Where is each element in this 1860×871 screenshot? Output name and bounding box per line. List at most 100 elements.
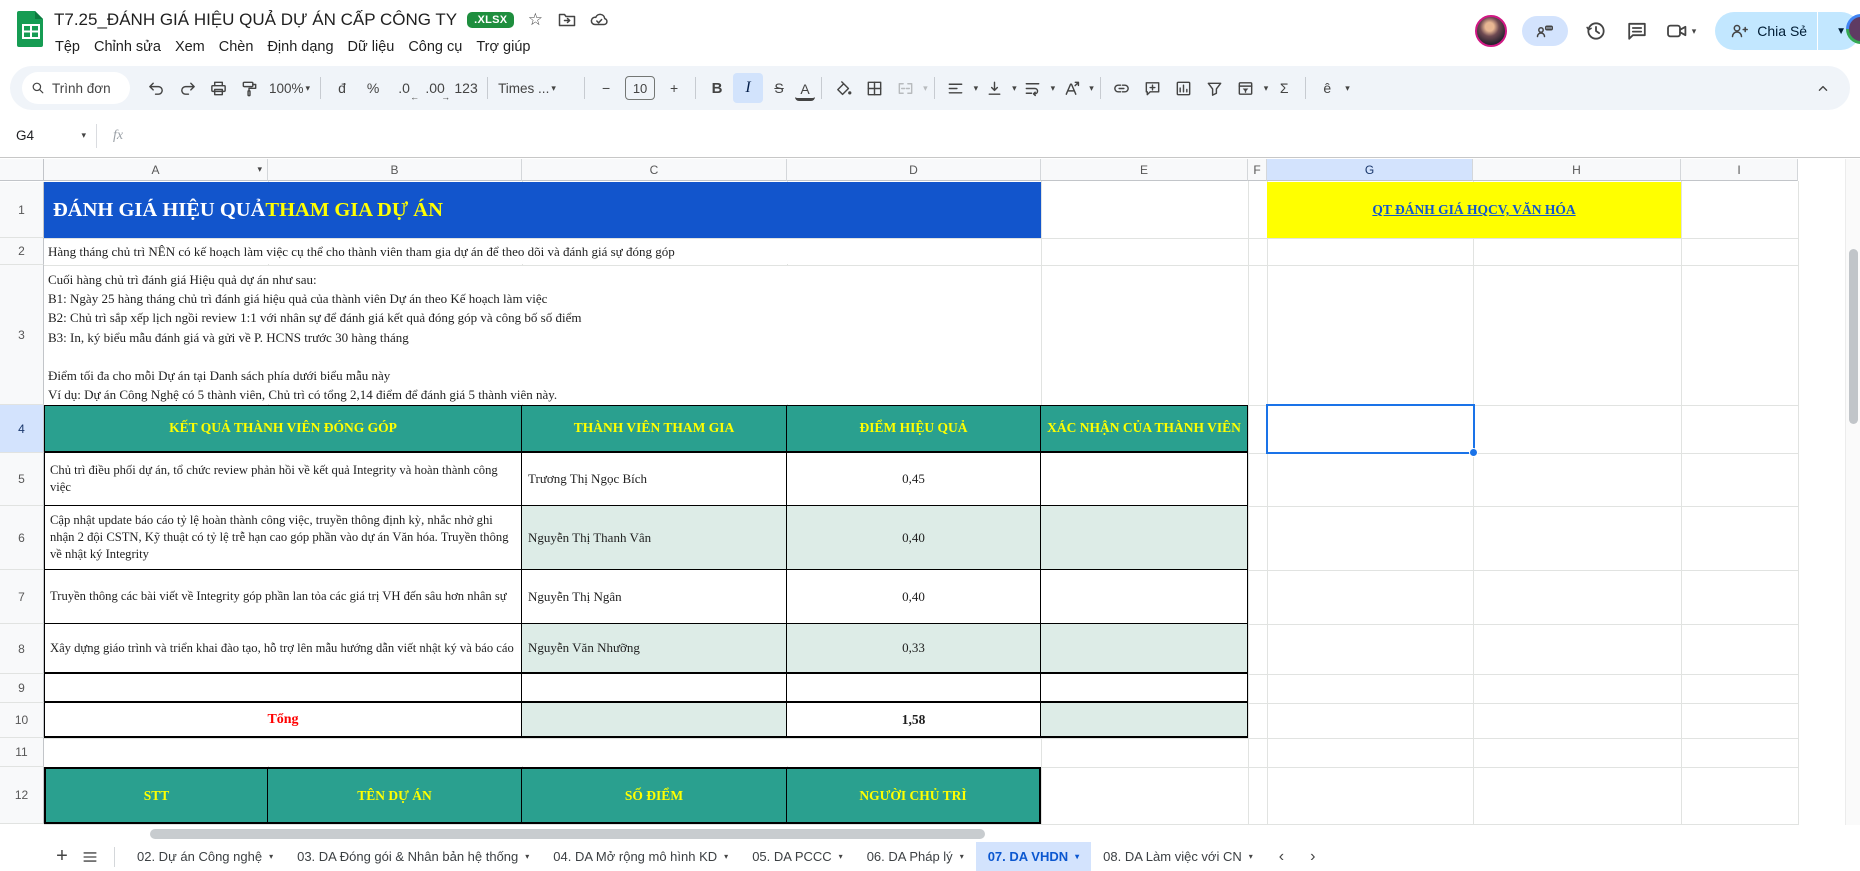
row-header-3[interactable]: 3 <box>0 265 44 405</box>
member-cell[interactable]: Nguyễn Thị Ngân <box>522 570 787 624</box>
title-banner-cell[interactable]: ĐÁNH GIÁ HIỆU QUẢ THAM GIA DỰ ÁN <box>44 182 1041 238</box>
zoom-select[interactable]: 100% ▾ <box>265 81 314 96</box>
confirm-cell[interactable] <box>1041 624 1247 674</box>
tabs-scroll-right-icon[interactable]: › <box>1310 848 1315 866</box>
row-header-6[interactable]: 6 <box>0 506 44 570</box>
desc-cell[interactable]: Xây dựng giáo trình và triển khai đào tạ… <box>45 624 522 674</box>
header-cell[interactable]: STT <box>46 769 268 822</box>
text-rotation-button[interactable]: ▾ <box>1056 73 1094 103</box>
column-header-e[interactable]: E <box>1041 159 1248 181</box>
note-row3-cell[interactable]: Cuối hàng chủ trì đánh giá Hiệu quả dự á… <box>48 267 1238 405</box>
cloud-status-icon[interactable] <box>588 9 610 31</box>
column-header-a[interactable]: A▾ <box>44 159 268 181</box>
member-cell[interactable]: Nguyễn Thị Thanh Vân <box>522 506 787 570</box>
input-tools-button[interactable]: ê ▾ <box>1312 73 1350 103</box>
search-menus-button[interactable]: Trình đơn <box>22 72 130 104</box>
insert-chart-button[interactable] <box>1169 73 1199 103</box>
header-cell[interactable]: THÀNH VIÊN THAM GIA <box>522 406 787 453</box>
sheet-tab-05[interactable]: 05. DA PCCC▾ <box>740 842 855 871</box>
insert-link-button[interactable] <box>1107 73 1137 103</box>
font-size-input[interactable]: 10 <box>625 76 655 100</box>
collaborator-avatar[interactable] <box>1475 15 1507 47</box>
note-row2-cell[interactable]: Hàng tháng chủ trì NÊN có kế hoạch làm v… <box>48 238 1238 265</box>
total-label-cell[interactable]: Tổng <box>45 703 522 737</box>
menu-insert[interactable]: Chèn <box>212 37 261 57</box>
print-button[interactable] <box>203 73 233 103</box>
comments-icon[interactable] <box>1624 18 1650 44</box>
row-header-2[interactable]: 2 <box>0 238 44 265</box>
row-header-9[interactable]: 9 <box>0 674 44 703</box>
chevron-down-icon[interactable]: ▾ <box>257 164 262 175</box>
redo-button[interactable] <box>172 73 202 103</box>
header-cell[interactable]: SỐ ĐIỂM <box>522 769 787 822</box>
menu-format[interactable]: Định dạng <box>260 37 340 57</box>
menu-view[interactable]: Xem <box>168 37 212 57</box>
meet-button[interactable]: ▾ <box>1665 19 1697 43</box>
menu-data[interactable]: Dữ liệu <box>341 37 402 57</box>
bold-button[interactable]: B <box>702 73 732 103</box>
borders-button[interactable] <box>859 73 889 103</box>
sheets-logo-icon[interactable] <box>16 10 46 48</box>
sheet-tab-04[interactable]: 04. DA Mở rộng mô hình KD▾ <box>541 842 740 871</box>
score-cell[interactable]: 0,45 <box>787 453 1041 506</box>
selected-cell-g4[interactable] <box>1266 404 1475 454</box>
text-wrap-button[interactable]: ▾ <box>1018 73 1056 103</box>
vertical-scrollbar-thumb[interactable] <box>1849 249 1858 424</box>
star-icon[interactable]: ☆ <box>524 9 546 31</box>
insert-comment-button[interactable] <box>1138 73 1168 103</box>
undo-button[interactable] <box>141 73 171 103</box>
increase-decimal-button[interactable]: .00→ <box>420 73 450 103</box>
format-currency-button[interactable]: đ <box>327 73 357 103</box>
desc-cell[interactable]: Chủ trì điều phối dự án, tổ chức review … <box>45 453 522 506</box>
select-all-corner[interactable] <box>0 159 44 181</box>
chevron-down-icon[interactable]: ▾ <box>960 852 964 861</box>
sheet-tab-03[interactable]: 03. DA Đóng gói & Nhân bản hệ thống▾ <box>285 842 541 871</box>
decrease-decimal-button[interactable]: .0← <box>389 73 419 103</box>
text-color-button[interactable]: A <box>795 79 815 101</box>
document-title[interactable]: T7.25_ĐÁNH GIÁ HIỆU QUẢ DỰ ÁN CẤP CÔNG T… <box>54 10 457 30</box>
font-select[interactable]: Times ... ▾ <box>494 81 578 96</box>
empty-cell[interactable] <box>1041 674 1247 703</box>
name-box[interactable]: G4 ▾ <box>0 128 96 143</box>
collapse-toolbar-button[interactable] <box>1808 73 1838 103</box>
vertical-scrollbar[interactable] <box>1845 159 1860 825</box>
format-percent-button[interactable]: % <box>358 73 388 103</box>
total-value-cell[interactable]: 1,58 <box>787 703 1041 737</box>
all-sheets-button[interactable] <box>76 845 104 869</box>
filter-views-button[interactable]: ▾ <box>1231 73 1269 103</box>
column-header-h[interactable]: H <box>1473 159 1681 181</box>
confirm-cell[interactable] <box>1041 506 1247 570</box>
sheet-tab-06[interactable]: 06. DA Pháp lý▾ <box>855 842 976 871</box>
header-cell[interactable]: TÊN DỰ ÁN <box>268 769 522 822</box>
chevron-down-icon[interactable]: ▾ <box>525 852 529 861</box>
column-header-b[interactable]: B <box>268 159 522 181</box>
score-cell[interactable]: 0,40 <box>787 506 1041 570</box>
row-header-5[interactable]: 5 <box>0 453 44 506</box>
member-cell[interactable]: Nguyễn Văn Nhưỡng <box>522 624 787 674</box>
row-header-12[interactable]: 12 <box>0 767 44 824</box>
create-filter-button[interactable] <box>1200 73 1230 103</box>
menu-help[interactable]: Trợ giúp <box>469 37 537 57</box>
score-cell[interactable]: 0,40 <box>787 570 1041 624</box>
column-header-g[interactable]: G <box>1267 159 1473 181</box>
strikethrough-button[interactable]: S <box>764 73 794 103</box>
confirm-cell[interactable] <box>1041 570 1247 624</box>
score-cell[interactable]: 0,33 <box>787 624 1041 674</box>
fill-handle[interactable] <box>1469 448 1478 457</box>
empty-cell[interactable] <box>787 674 1041 703</box>
chevron-down-icon[interactable]: ▾ <box>839 852 843 861</box>
column-header-i[interactable]: I <box>1681 159 1798 181</box>
more-formats-button[interactable]: 123 <box>451 73 481 103</box>
desc-cell[interactable]: Cập nhật update báo cáo tỷ lệ hoàn thành… <box>45 506 522 570</box>
chevron-down-icon[interactable]: ▾ <box>1249 852 1253 861</box>
qt-link-cell[interactable]: QT ĐÁNH GIÁ HQCV, VĂN HÓA <box>1267 182 1681 238</box>
column-header-d[interactable]: D <box>787 159 1041 181</box>
menu-tools[interactable]: Công cụ <box>401 37 469 57</box>
version-history-icon[interactable] <box>1583 18 1609 44</box>
sheet-tab-02[interactable]: 02. Dự án Công nghệ▾ <box>125 842 285 871</box>
row-header-11[interactable]: 11 <box>0 738 44 767</box>
empty-cell[interactable] <box>522 703 787 737</box>
header-cell[interactable]: KẾT QUẢ THÀNH VIÊN ĐÓNG GÓP <box>45 406 522 453</box>
chevron-down-icon[interactable]: ▾ <box>1075 852 1079 861</box>
row-header-8[interactable]: 8 <box>0 624 44 674</box>
